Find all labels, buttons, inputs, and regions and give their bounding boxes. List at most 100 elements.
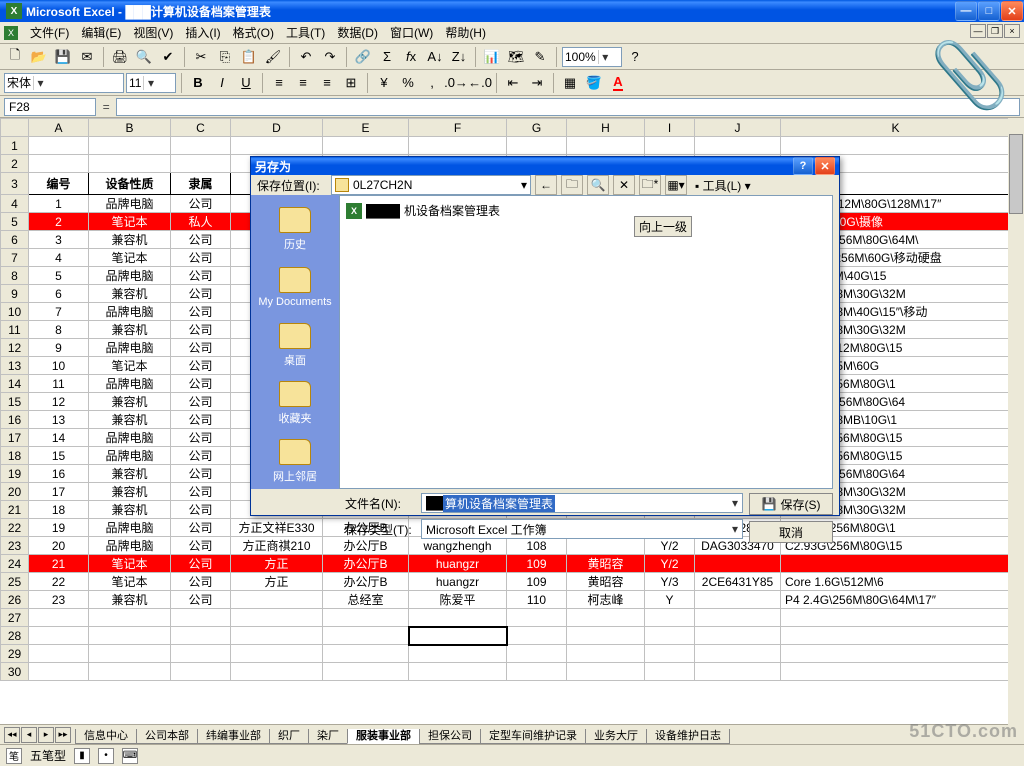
cell[interactable]: 公司 bbox=[171, 465, 231, 483]
cell[interactable] bbox=[507, 645, 567, 663]
cell[interactable] bbox=[29, 645, 89, 663]
row-header[interactable]: 22 bbox=[1, 519, 29, 537]
cell[interactable]: 公司 bbox=[171, 573, 231, 591]
cell[interactable]: 兼容机 bbox=[89, 483, 171, 501]
row-header[interactable]: 16 bbox=[1, 411, 29, 429]
cell[interactable]: 17 bbox=[29, 483, 89, 501]
cell[interactable]: 公司 bbox=[171, 483, 231, 501]
italic-icon[interactable]: I bbox=[211, 72, 233, 94]
cell[interactable]: 公司 bbox=[171, 285, 231, 303]
spell-icon[interactable]: ✔ bbox=[157, 46, 179, 68]
cell[interactable]: 21 bbox=[29, 555, 89, 573]
merge-icon[interactable]: ⊞ bbox=[340, 72, 362, 94]
cell[interactable] bbox=[781, 555, 1011, 573]
cell[interactable]: 23 bbox=[29, 591, 89, 609]
maximize-button[interactable]: □ bbox=[978, 1, 1000, 21]
column-header[interactable]: A bbox=[29, 119, 89, 137]
autosum-icon[interactable]: Σ bbox=[376, 46, 398, 68]
cell[interactable]: 15 bbox=[29, 447, 89, 465]
cell[interactable] bbox=[695, 645, 781, 663]
row-header[interactable]: 5 bbox=[1, 213, 29, 231]
cell[interactable]: 品牌电脑 bbox=[89, 303, 171, 321]
menu-item[interactable]: 帮助(H) bbox=[439, 24, 492, 42]
dialog-titlebar[interactable]: 另存为 ? ✕ bbox=[251, 157, 839, 175]
places-item[interactable]: 收藏夹 bbox=[257, 375, 333, 431]
zoom-combo[interactable]: 100%▾ bbox=[562, 47, 622, 67]
cell[interactable] bbox=[507, 609, 567, 627]
cell[interactable]: 14 bbox=[29, 429, 89, 447]
header-cell[interactable]: 隶属 bbox=[171, 173, 231, 195]
row-header[interactable]: 21 bbox=[1, 501, 29, 519]
cell[interactable] bbox=[409, 663, 507, 681]
places-item[interactable]: My Documents bbox=[257, 259, 333, 315]
row-header[interactable]: 23 bbox=[1, 537, 29, 555]
font-size-combo[interactable]: 11▾ bbox=[126, 73, 176, 93]
header-cell[interactable]: 设备性质 bbox=[89, 173, 171, 195]
cell[interactable] bbox=[695, 627, 781, 645]
currency-icon[interactable]: ¥ bbox=[373, 72, 395, 94]
row-header[interactable]: 9 bbox=[1, 285, 29, 303]
open-icon[interactable]: 📂 bbox=[28, 46, 50, 68]
cell[interactable]: 公司 bbox=[171, 267, 231, 285]
cell[interactable]: 兼容机 bbox=[89, 591, 171, 609]
cell[interactable] bbox=[695, 555, 781, 573]
places-item[interactable]: 历史 bbox=[257, 201, 333, 257]
cell[interactable]: 公司 bbox=[171, 429, 231, 447]
cell[interactable] bbox=[323, 627, 409, 645]
cell[interactable]: 公司 bbox=[171, 231, 231, 249]
cell[interactable]: 办公厅B bbox=[323, 555, 409, 573]
cell[interactable]: 品牌电脑 bbox=[89, 195, 171, 213]
delete-icon[interactable]: ✕ bbox=[613, 175, 635, 195]
row-header[interactable]: 3 bbox=[1, 173, 29, 195]
cell[interactable]: 2 bbox=[29, 213, 89, 231]
redo-icon[interactable]: ↷ bbox=[319, 46, 341, 68]
cell[interactable] bbox=[231, 645, 323, 663]
column-header[interactable]: I bbox=[645, 119, 695, 137]
align-right-icon[interactable]: ≡ bbox=[316, 72, 338, 94]
cell[interactable] bbox=[323, 663, 409, 681]
cell[interactable]: 10 bbox=[29, 357, 89, 375]
cell[interactable] bbox=[323, 645, 409, 663]
cell[interactable]: 109 bbox=[507, 573, 567, 591]
align-center-icon[interactable]: ≡ bbox=[292, 72, 314, 94]
cell[interactable] bbox=[89, 609, 171, 627]
ime-icon[interactable]: 笔 bbox=[6, 748, 22, 764]
cell[interactable]: 兼容机 bbox=[89, 285, 171, 303]
row-header[interactable]: 24 bbox=[1, 555, 29, 573]
cell[interactable]: 公司 bbox=[171, 249, 231, 267]
row-header[interactable]: 10 bbox=[1, 303, 29, 321]
preview-icon[interactable]: 🔍 bbox=[133, 46, 155, 68]
cell[interactable]: 2CE6431Y85 bbox=[695, 573, 781, 591]
cell[interactable]: 公司 bbox=[171, 357, 231, 375]
dialog-help-button[interactable]: ? bbox=[793, 157, 813, 175]
row-header[interactable]: 18 bbox=[1, 447, 29, 465]
cell[interactable] bbox=[645, 663, 695, 681]
cell[interactable]: 公司 bbox=[171, 303, 231, 321]
cell[interactable]: 公司 bbox=[171, 447, 231, 465]
row-header[interactable]: 7 bbox=[1, 249, 29, 267]
menu-item[interactable]: 工具(T) bbox=[280, 24, 331, 42]
column-header[interactable]: E bbox=[323, 119, 409, 137]
vertical-scrollbar[interactable] bbox=[1008, 118, 1024, 726]
new-folder-icon[interactable]: 🗀* bbox=[639, 175, 661, 195]
minimize-button[interactable]: — bbox=[955, 1, 977, 21]
cell[interactable] bbox=[89, 627, 171, 645]
font-combo[interactable]: 宋体▾ bbox=[4, 73, 124, 93]
row-header[interactable]: 27 bbox=[1, 609, 29, 627]
copy-icon[interactable]: ⎘ bbox=[214, 46, 236, 68]
cell[interactable] bbox=[29, 609, 89, 627]
ime-punct-icon[interactable]: • bbox=[98, 748, 114, 764]
cell[interactable]: 13 bbox=[29, 411, 89, 429]
cell[interactable]: 兼容机 bbox=[89, 393, 171, 411]
cell[interactable] bbox=[781, 663, 1011, 681]
cell[interactable]: 7 bbox=[29, 303, 89, 321]
cell[interactable]: 品牌电脑 bbox=[89, 267, 171, 285]
cell[interactable]: 8 bbox=[29, 321, 89, 339]
cell[interactable] bbox=[567, 663, 645, 681]
cell[interactable]: 公司 bbox=[171, 519, 231, 537]
map-icon[interactable]: 🗺 bbox=[505, 46, 527, 68]
cell[interactable] bbox=[171, 645, 231, 663]
cell[interactable]: 公司 bbox=[171, 375, 231, 393]
row-header[interactable]: 17 bbox=[1, 429, 29, 447]
menu-item[interactable]: 格式(O) bbox=[227, 24, 280, 42]
